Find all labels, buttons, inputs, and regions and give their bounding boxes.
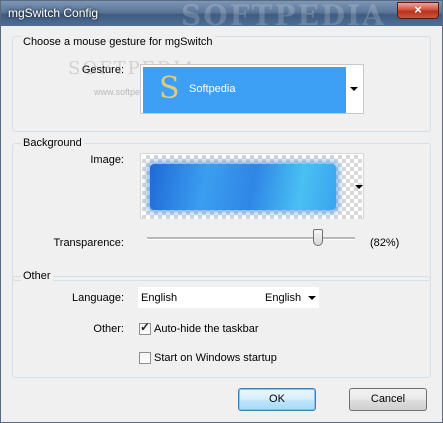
autohide-label[interactable]: Auto-hide the taskbar	[154, 323, 259, 335]
language-label: Language:	[72, 292, 124, 304]
background-group-header: Background	[21, 137, 84, 149]
close-icon: ×	[414, 2, 422, 17]
ok-button[interactable]: OK	[238, 388, 316, 411]
other-label: Other:	[93, 323, 124, 335]
image-select[interactable]	[140, 153, 364, 219]
transparence-label: Transparence:	[53, 237, 124, 249]
close-button[interactable]: ×	[397, 2, 439, 19]
transparency-checker	[142, 155, 362, 219]
chevron-down-icon[interactable]	[308, 296, 316, 300]
config-window: mgSwitch Config SOFTPEDIA × Choose a mou…	[0, 0, 443, 423]
image-label: Image:	[90, 154, 124, 166]
language-select[interactable]: English English	[138, 287, 319, 308]
chevron-down-icon[interactable]	[350, 87, 358, 91]
language-value: English	[141, 292, 178, 304]
gesture-select[interactable]: S Softpedia	[140, 64, 364, 114]
autohide-checkbox[interactable]: ✓	[139, 320, 151, 335]
gesture-s-icon: S	[159, 71, 180, 106]
chevron-down-icon[interactable]	[355, 185, 363, 189]
gesture-preview: S Softpedia	[143, 67, 346, 113]
transparence-slider-track[interactable]	[147, 237, 355, 240]
gesture-name: Softpedia	[189, 83, 236, 95]
transparence-slider-thumb[interactable]	[313, 229, 323, 246]
check-icon: ✓	[140, 320, 151, 334]
title-bar[interactable]: mgSwitch Config SOFTPEDIA ×	[1, 0, 442, 32]
transparence-value: (82%)	[370, 237, 400, 249]
gesture-group-header: Choose a mouse gesture for mgSwitch	[21, 36, 215, 48]
startup-checkbox[interactable]	[139, 352, 151, 364]
other-group-header: Other	[21, 270, 53, 282]
background-image-preview	[150, 164, 336, 210]
startup-label[interactable]: Start on Windows startup	[154, 352, 277, 364]
language-selected: English	[265, 292, 302, 304]
dialog-body: Choose a mouse gesture for mgSwitch Gest…	[8, 27, 435, 417]
window-title: mgSwitch Config	[8, 6, 99, 20]
cancel-button[interactable]: Cancel	[349, 388, 427, 411]
